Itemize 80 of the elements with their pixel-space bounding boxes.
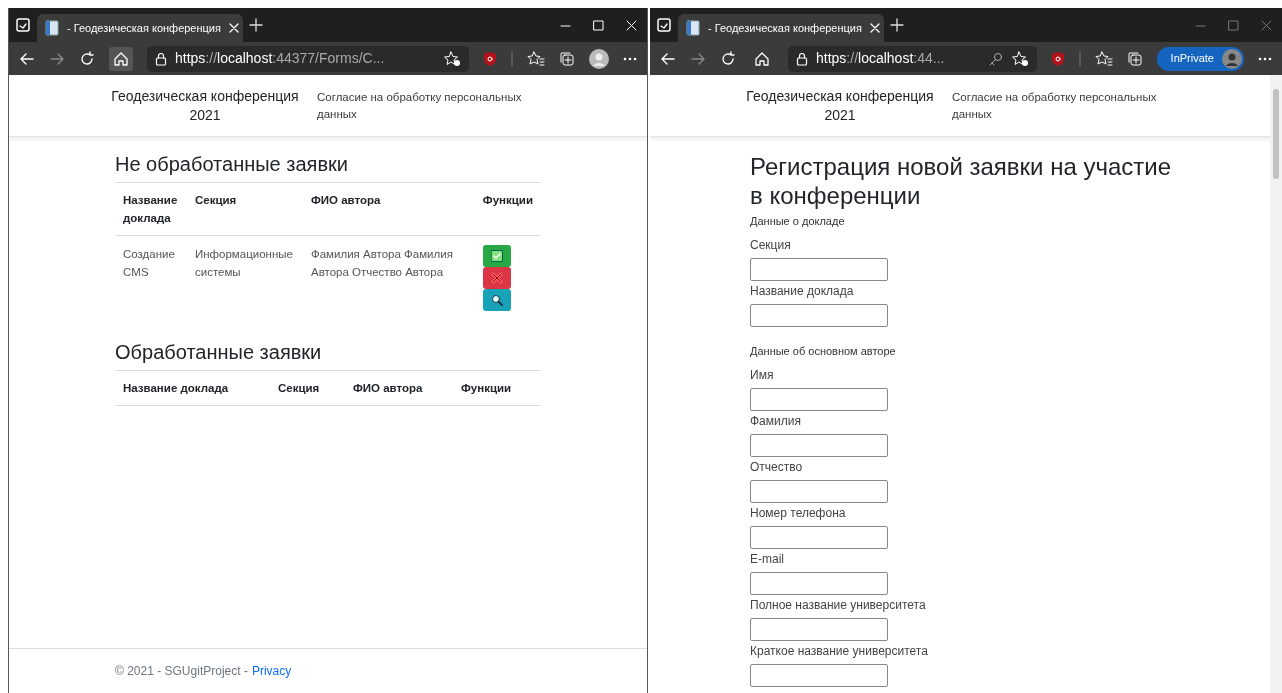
more-icon[interactable] — [1258, 56, 1272, 61]
input-field[interactable] — [750, 572, 888, 595]
table-cell: Создание CMS — [115, 235, 187, 320]
input-field[interactable] — [750, 526, 888, 549]
favorite-star-icon[interactable] — [1010, 50, 1029, 67]
column-header: Секция — [187, 183, 303, 236]
home-icon[interactable] — [109, 46, 133, 71]
field-label: Отчество — [750, 459, 804, 475]
lock-icon — [155, 51, 167, 66]
search-button[interactable] — [482, 289, 511, 311]
lock-icon — [796, 51, 808, 66]
page-icon — [686, 20, 700, 36]
tab-title: - Геодезическая конференция — [67, 20, 221, 36]
field-label: E-mail — [750, 551, 785, 567]
refresh-icon[interactable] — [79, 50, 95, 67]
input-field[interactable] — [750, 434, 888, 457]
column-header: ФИО автора — [345, 371, 453, 406]
footer-text: © 2021 - SGUgitProject - — [115, 663, 248, 680]
column-header: Функции — [474, 183, 541, 236]
cross-icon — [490, 272, 503, 284]
plus-icon[interactable] — [890, 18, 904, 32]
section-heading: Не обработанные заявки — [115, 152, 541, 183]
check-icon — [490, 250, 503, 262]
field-label: Название доклада — [750, 283, 855, 299]
field-label: Фамилия — [750, 413, 802, 429]
table-cell: Фамилия Автора Фамилия Автора Отчество Автора — [302, 235, 475, 320]
section-label: Данные об основном авторе — [750, 344, 897, 359]
workspaces-icon[interactable] — [15, 17, 31, 33]
section-label: Данные о докладе — [750, 214, 846, 229]
scrollbar[interactable] — [1270, 75, 1282, 693]
search-icon — [490, 294, 503, 306]
field-label: Номер телефона — [750, 505, 847, 521]
nav-link[interactable]: Согласие на обработку персональных данных — [952, 88, 1164, 123]
field-label: Краткое название университета — [750, 643, 929, 659]
column-header: Название доклада — [115, 183, 187, 236]
url-text: https://localhost:44... — [816, 49, 946, 68]
tab-title: - Геодезическая конференция — [708, 20, 862, 36]
nav-link[interactable]: Согласие на обработку персональных данных — [317, 88, 529, 123]
collections-icon[interactable] — [1126, 50, 1143, 67]
more-icon[interactable] — [623, 56, 637, 61]
address-bar[interactable]: https://localhost:44377/Forms/C... — [147, 45, 469, 72]
privacy-link[interactable]: Privacy — [251, 662, 292, 680]
brand-link[interactable]: Геодезическая конференция 2021 — [107, 86, 303, 125]
shield-icon[interactable] — [1050, 50, 1065, 67]
plus-icon[interactable] — [249, 18, 263, 32]
url-text: https://localhost:44377/Forms/C... — [175, 49, 386, 68]
input-field[interactable] — [750, 664, 888, 687]
column-header: Функции — [453, 371, 541, 406]
table-cell: Информационные системы — [187, 235, 303, 320]
brand-link[interactable]: Геодезическая конференция 2021 — [742, 86, 938, 125]
field-label: Имя — [750, 367, 775, 383]
avatar-icon[interactable] — [589, 48, 609, 69]
workspaces-icon[interactable] — [656, 17, 672, 33]
favorites-icon[interactable] — [1094, 50, 1113, 67]
shield-icon[interactable] — [483, 50, 497, 67]
form-heading: Регистрация новой заявки на участие в конференции — [750, 152, 1172, 210]
address-bar[interactable]: https://localhost:44... — [788, 45, 1037, 72]
input-field[interactable] — [750, 618, 888, 641]
input-field[interactable] — [750, 258, 888, 281]
input-field[interactable] — [750, 480, 888, 503]
column-header: Название доклада — [115, 371, 270, 406]
browser-tab[interactable]: - Геодезическая конференция — [678, 14, 884, 42]
favorites-icon[interactable] — [527, 50, 545, 67]
favorite-star-icon[interactable] — [443, 50, 461, 67]
refresh-icon[interactable] — [720, 50, 736, 67]
approve-button[interactable] — [482, 245, 511, 267]
inprivate-button[interactable]: InPrivate — [1156, 46, 1244, 71]
column-header: ФИО автора — [302, 183, 475, 236]
column-header: Секция — [270, 371, 345, 406]
page-icon — [45, 20, 59, 36]
section-heading: Обработанные заявки — [115, 340, 541, 371]
input-field[interactable] — [750, 388, 888, 411]
reject-button[interactable] — [482, 267, 511, 289]
input-field[interactable] — [750, 304, 888, 327]
key-icon[interactable] — [988, 51, 1003, 66]
field-label: Полное название университета — [750, 597, 927, 613]
collections-icon[interactable] — [559, 50, 575, 67]
field-label: Секция — [750, 237, 792, 253]
avatar-icon — [1222, 48, 1242, 69]
browser-tab[interactable]: - Геодезическая конференция — [37, 14, 243, 42]
